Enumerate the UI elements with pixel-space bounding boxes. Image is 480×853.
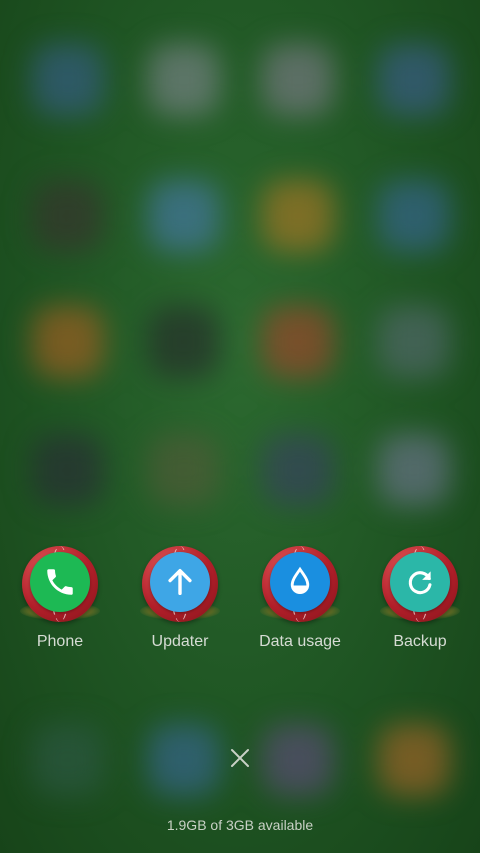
blurred-app xyxy=(378,434,450,506)
blurred-app xyxy=(32,724,104,796)
recent-apps-row: Phone Updater Data usage Backup xyxy=(0,540,480,660)
blurred-app xyxy=(148,306,220,378)
app-icon-frame xyxy=(140,540,220,624)
close-all-button[interactable] xyxy=(222,740,258,776)
blurred-app xyxy=(262,44,334,116)
app-icon-frame xyxy=(20,540,100,624)
memory-status: 1.9GB of 3GB available xyxy=(166,817,314,833)
water-drop-icon xyxy=(270,552,330,612)
blurred-app xyxy=(32,306,104,378)
blurred-home-background xyxy=(0,0,480,853)
blurred-app xyxy=(262,306,334,378)
blurred-app xyxy=(148,180,220,252)
blurred-app xyxy=(262,434,334,506)
blurred-app xyxy=(32,180,104,252)
blurred-app xyxy=(378,724,450,796)
blurred-app xyxy=(148,44,220,116)
blurred-app xyxy=(148,434,220,506)
blurred-app xyxy=(378,44,450,116)
blurred-app xyxy=(262,180,334,252)
blurred-app xyxy=(32,44,104,116)
app-label: Phone xyxy=(36,633,84,650)
app-data-usage[interactable]: Data usage xyxy=(240,540,360,660)
app-phone[interactable]: Phone xyxy=(0,540,120,660)
app-backup[interactable]: Backup xyxy=(360,540,480,660)
arrow-up-icon xyxy=(150,552,210,612)
blurred-app xyxy=(148,724,220,796)
app-label: Updater xyxy=(151,633,209,650)
refresh-icon xyxy=(390,552,450,612)
blurred-app xyxy=(262,724,334,796)
app-icon-frame xyxy=(260,540,340,624)
blurred-app xyxy=(378,180,450,252)
blurred-app xyxy=(378,306,450,378)
app-updater[interactable]: Updater xyxy=(120,540,240,660)
blurred-app xyxy=(32,434,104,506)
phone-icon xyxy=(30,552,90,612)
app-label: Backup xyxy=(393,633,447,650)
close-icon xyxy=(231,749,249,767)
app-label: Data usage xyxy=(259,633,341,650)
app-icon-frame xyxy=(380,540,460,624)
